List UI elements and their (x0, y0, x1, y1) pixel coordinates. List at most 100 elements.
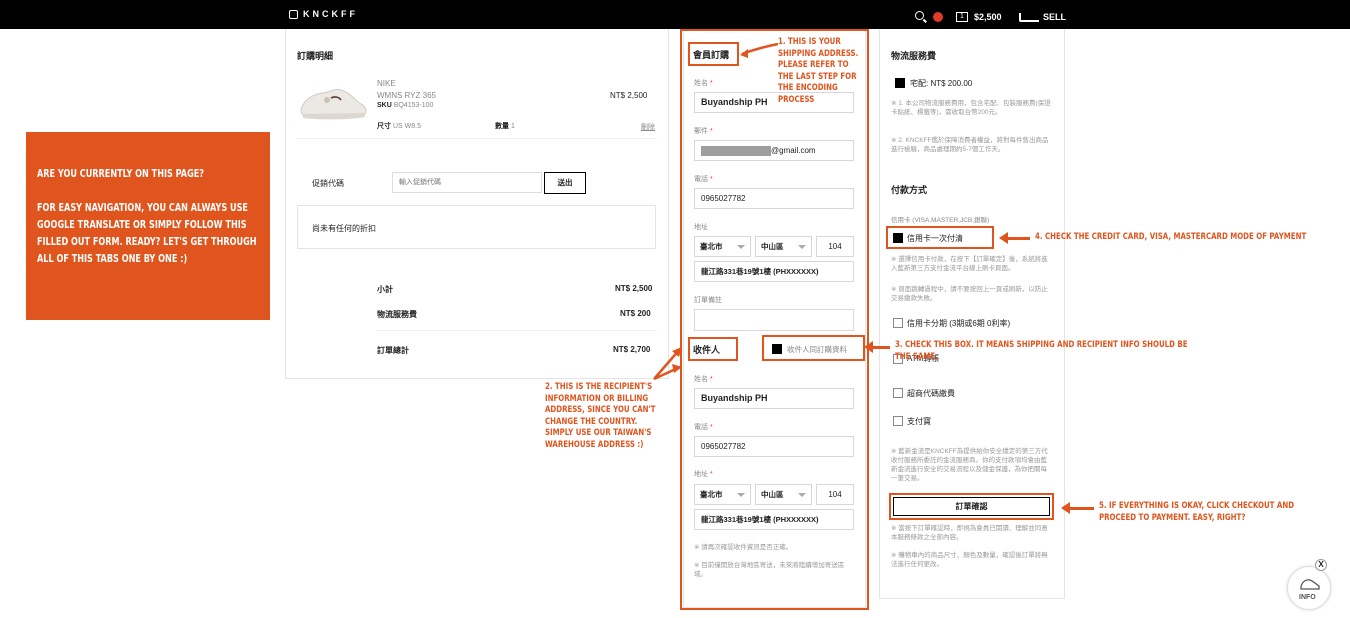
convenience-store-radio[interactable] (893, 388, 903, 398)
recipient-phone-input[interactable]: 0965027782 (694, 436, 854, 457)
annotation-5-arrow-icon (1068, 507, 1094, 510)
member-name-label: 姓名 * (694, 80, 713, 87)
subtotal-value: NT$ 2,500 (615, 284, 653, 293)
installment-label: 信用卡分期 (3期或6期 0利率) (907, 319, 1011, 328)
same-as-order-checkbox[interactable] (772, 344, 782, 354)
shipping-note-2: ※ 2. KNCKFF鑑於保障消費者權益，將對每件售出商品進行檢驗，商品處理期約… (891, 137, 1049, 153)
product-sku: SKU BQ4153-100 (377, 102, 433, 109)
recipient-city-select[interactable]: 臺北市 (694, 484, 751, 505)
recipient-name-input[interactable]: Buyandship PH (694, 388, 854, 409)
annotation-5: 5. IF EVERYTHING IS OKAY, CLICK CHECKOUT… (1099, 501, 1295, 523)
member-email-input[interactable]: @gmail.com (694, 140, 854, 161)
recipient-phone-label: 電話 * (694, 424, 713, 431)
recipient-note-2: ※ 目前僅開放台灣地區寄送，未來將陸續增加寄送區域。 (694, 562, 845, 578)
product-quantity: 數量 1 (495, 121, 515, 131)
recipient-district-value: 中山區 (761, 490, 784, 499)
member-name-label-text: 姓名 (694, 80, 708, 87)
recipient-title: 收件人 (693, 345, 721, 355)
recipient-phone-label-text: 電話 (694, 424, 708, 431)
member-phone-input[interactable]: 0965027782 (694, 188, 854, 209)
cart-icon[interactable]: 1 (956, 12, 968, 22)
card-note-1: ※ 選擇信用卡付款，在按下【訂單確定】後，系統將進入藍新第三方支付金流平台線上刷… (891, 256, 1048, 272)
search-icon[interactable] (915, 11, 924, 20)
alipay-label: 支付寶 (907, 417, 931, 426)
divider (377, 330, 657, 331)
convenience-store-label: 超商代碼繳費 (907, 389, 955, 398)
member-email-label-text: 郵件 (694, 128, 708, 135)
recipient-address-label: 地址 * (694, 471, 713, 478)
chevron-down-icon (798, 245, 806, 249)
order-remark-textarea[interactable] (694, 309, 854, 331)
member-street-input[interactable]: 龍江路331巷19號1樓 (PHXXXXXX) (694, 261, 854, 282)
sku-label: SKU (377, 102, 392, 109)
annotation-1: 1. THIS IS YOUR SHIPPING ADDRESS. PLEASE… (778, 37, 859, 105)
top-navigation-bar: KNCKFF 1 $2,500 SELL (0, 0, 1350, 29)
member-district-select[interactable]: 中山區 (755, 236, 812, 257)
chevron-down-icon (737, 493, 745, 497)
installment-radio[interactable] (893, 318, 903, 328)
close-icon[interactable]: X (1315, 559, 1327, 571)
credit-card-once-label: 信用卡一次付清 (907, 234, 963, 243)
total-value: NT$ 2,700 (613, 345, 651, 354)
guide-question: ARE YOU CURRENTLY ON THIS PAGE? (37, 167, 204, 180)
alipay-radio[interactable] (893, 416, 903, 426)
annotation-2-arrow-icon (653, 347, 682, 381)
recipient-zip-input[interactable]: 104 (816, 484, 854, 505)
shipping-note-1: ※ 1. 本公司物流服務費用，包含宅配、包裝服務費(保證卡貼紙、標籤等)，需收取… (891, 100, 1051, 116)
knckff-logo-icon[interactable] (289, 10, 298, 19)
recipient-address-label-text: 地址 (694, 471, 708, 478)
checkout-button[interactable]: 訂單確認 (893, 497, 1050, 516)
redacted-email-block (701, 145, 771, 156)
guide-callout: ARE YOU CURRENTLY ON THIS PAGE? FOR EASY… (26, 132, 270, 320)
info-label: INFO (1299, 594, 1316, 601)
user-icon[interactable] (933, 12, 943, 22)
recipient-street-input[interactable]: 龍江路331巷19號1樓 (PHXXXXXX) (694, 509, 854, 530)
email-domain: @gmail.com (771, 146, 816, 155)
credit-card-types: 信用卡 (VISA,MASTER,JCB,銀聯) (891, 217, 990, 224)
recipient-district-select[interactable]: 中山區 (755, 484, 812, 505)
annotation-5-arrowhead-icon (1061, 502, 1070, 514)
product-price: NT$ 2,500 (610, 91, 648, 100)
size-label: 尺寸 (377, 123, 391, 130)
annotation-4-arrowhead-icon (999, 232, 1008, 244)
member-address-label: 地址 (694, 224, 708, 231)
shipping-service-title: 物流服務費 (891, 51, 937, 61)
credit-card-once-radio[interactable] (893, 233, 903, 243)
member-zip-input[interactable]: 104 (816, 236, 854, 257)
divider (297, 138, 657, 139)
recipient-name-label: 姓名 * (694, 376, 713, 383)
site-logo[interactable]: KNCKFF (303, 9, 358, 19)
member-city-select[interactable]: 臺北市 (694, 236, 751, 257)
annotation-3: 3. CHECK THIS BOX. IT MEANS SHIPPING AND… (895, 340, 1188, 362)
sneaker-icon (1300, 579, 1320, 590)
shipping-fee-value: NT$ 200 (620, 309, 651, 318)
delete-item-link[interactable]: 刪除 (641, 122, 655, 132)
annotation-3-arrowhead-icon (864, 341, 873, 353)
chevron-down-icon (737, 245, 745, 249)
chevron-down-icon (798, 493, 806, 497)
recipient-city-value: 臺北市 (700, 490, 723, 499)
member-phone-label: 電話 * (694, 176, 713, 183)
annotation-3-arrow-icon (870, 346, 890, 349)
sell-link[interactable]: SELL (1043, 12, 1066, 22)
annotation-4: 4. CHECK THE CREDIT CARD, VISA, MASTERCA… (1035, 232, 1307, 242)
no-discount-text: 尚未有任何的折扣 (312, 224, 376, 233)
home-delivery-radio[interactable] (895, 78, 905, 88)
info-widget-button[interactable]: INFO (1287, 566, 1331, 610)
order-summary-title: 訂購明細 (297, 51, 334, 61)
promo-label: 促銷代碼 (312, 179, 344, 188)
sneaker-icon[interactable] (1019, 13, 1039, 22)
member-order-title: 會員訂購 (693, 50, 730, 60)
card-note-2: ※ 頁面跳轉過程中，請不要按回上一頁或刷新，以防止交易繳款失敗。 (891, 286, 1048, 302)
same-as-order-label: 收件人同訂購資料 (787, 345, 847, 354)
promo-code-input[interactable] (392, 172, 542, 193)
member-district-value: 中山區 (761, 242, 784, 251)
size-value: US W8.5 (392, 123, 421, 130)
order-remark-label: 訂單備註 (694, 297, 722, 304)
recipient-note-1: ※ 請再次確認收件資訊是否正確。 (694, 544, 793, 551)
promo-submit-button[interactable]: 送出 (544, 172, 586, 194)
balance[interactable]: $2,500 (974, 12, 1002, 22)
member-city-value: 臺北市 (700, 242, 723, 251)
qty-label: 數量 (495, 123, 509, 130)
total-label: 訂單總計 (377, 346, 409, 355)
